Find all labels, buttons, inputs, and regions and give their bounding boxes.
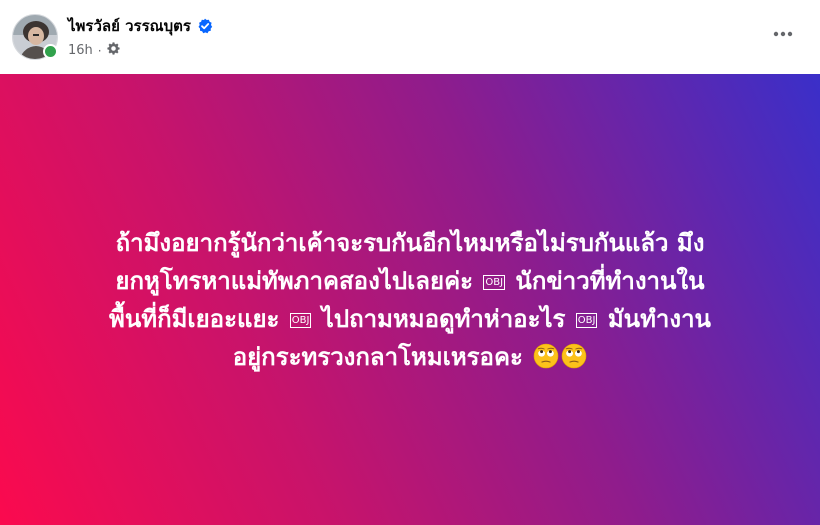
author-row: ไพรวัลย์ วรรณบุตร	[68, 14, 213, 38]
eye-roll-emoji-icon	[533, 342, 559, 368]
post-text: ถ้ามึงอยากรู้นักว่าเค้าจะรบกันอีกไหมหรือ…	[30, 224, 790, 376]
more-options-icon	[773, 31, 793, 37]
post-text-segment: มันทำงาน	[599, 304, 711, 333]
post-text-line: ถ้ามึงอยากรู้นักว่าเค้าจะรบกันอีกไหมหรือ…	[30, 224, 790, 262]
verified-badge-icon	[197, 18, 213, 34]
eye-roll-emoji-icon	[561, 342, 587, 368]
post-text-line: อยู่กระทรวงกลาโหมเหรอคะ	[30, 338, 790, 376]
post-text-segment: ไปถามหมอดูทำห่าอะไร	[313, 304, 574, 333]
more-options-button[interactable]	[766, 22, 800, 46]
online-status-dot	[43, 44, 58, 59]
post-timestamp[interactable]: 16h	[68, 43, 93, 58]
post-content-background: ถ้ามึงอยากรู้นักว่าเค้าจะรบกันอีกไหมหรือ…	[0, 74, 820, 525]
object-replacement-glyph: OBJ	[483, 274, 506, 290]
post-text-segment: พื้นที่ก็มีเยอะแยะ	[109, 304, 288, 333]
post-text-segment: นักข่าวที่ทำงานใน	[507, 266, 705, 295]
post-meta: 16h ·	[68, 42, 120, 59]
facebook-post: ไพรวัลย์ วรรณบุตร 16h · ถ้ามึงอยากรู้นัก…	[0, 0, 820, 525]
post-text-segment: อยู่กระทรวงกลาโหมเหรอคะ	[232, 342, 532, 371]
post-text-line: ยกหูโทรหาแม่ทัพภาคสองไปเลยค่ะ OBJ นักข่า…	[30, 262, 790, 300]
post-text-segment: ถ้ามึงอยากรู้นักว่าเค้าจะรบกันอีกไหมหรือ…	[115, 228, 705, 257]
post-text-segment: ยกหูโทรหาแม่ทัพภาคสองไปเลยค่ะ	[115, 266, 482, 295]
object-replacement-glyph: OBJ	[289, 312, 312, 328]
public-gear-icon[interactable]	[107, 42, 120, 59]
object-replacement-glyph: OBJ	[575, 312, 598, 328]
post-text-line: พื้นที่ก็มีเยอะแยะ OBJ ไปถามหมอดูทำห่าอะ…	[30, 300, 790, 338]
author-name[interactable]: ไพรวัลย์ วรรณบุตร	[68, 14, 191, 38]
post-header: ไพรวัลย์ วรรณบุตร 16h ·	[0, 0, 820, 74]
meta-separator: ·	[97, 43, 102, 58]
author-avatar-container[interactable]	[12, 14, 58, 60]
